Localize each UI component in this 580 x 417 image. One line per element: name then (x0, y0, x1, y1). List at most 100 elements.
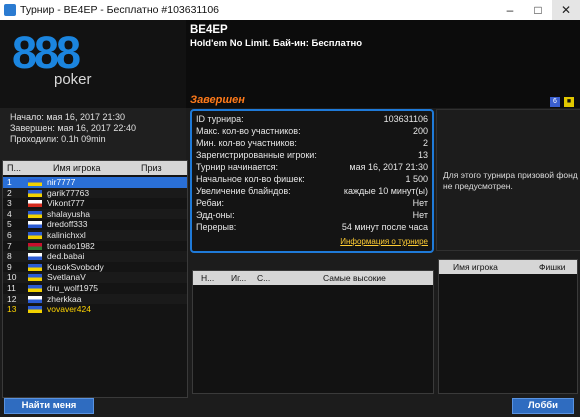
country-flag-icon (28, 189, 42, 197)
player-row[interactable]: 13 vovaver424 (3, 304, 187, 315)
tournament-info-link[interactable]: Информация о турнире (340, 237, 428, 246)
column-player-name[interactable]: Имя игрока (53, 163, 101, 173)
player-name: dredoff333 (47, 219, 88, 230)
info-label: Начальное кол-во фишек: (196, 174, 305, 184)
window-titlebar[interactable]: Турнир - BE4EP - Бесплатно #103631106 – … (0, 0, 580, 20)
country-flag-icon (28, 221, 42, 229)
player-row[interactable]: 12 zherkkaa (3, 293, 187, 305)
window-title: Турнир - BE4EP - Бесплатно #103631106 (20, 4, 220, 16)
maximize-button[interactable]: □ (524, 0, 552, 20)
column-table-highest[interactable]: Самые высокие (323, 273, 386, 283)
player-place: 4 (7, 208, 12, 219)
player-row[interactable]: 10 SvetlanaV (3, 272, 187, 283)
info-label: Ребаи: (196, 198, 224, 208)
column-table-player-name[interactable]: Имя игрока (453, 262, 498, 272)
info-value: мая 16, 2017 21:30 (349, 162, 428, 172)
player-place: 5 (7, 219, 12, 230)
info-value: 13 (417, 150, 428, 160)
country-flag-icon (28, 210, 42, 218)
player-place: 7 (7, 240, 12, 251)
country-flag-icon (28, 242, 42, 250)
player-name: SvetlanaV (47, 272, 86, 283)
info-value: 54 минут после часа (341, 222, 428, 232)
close-button[interactable]: ✕ (552, 0, 580, 20)
player-name: garik77763 (47, 187, 90, 198)
player-place: 1 (7, 177, 12, 187)
player-place: 11 (7, 283, 16, 293)
player-name: zherkkaa (47, 293, 82, 304)
tournament-times: Начало: мая 16, 2017 21:30 Завершен: мая… (0, 108, 186, 160)
player-name: Vikont777 (47, 198, 85, 209)
country-flag-icon (28, 179, 42, 186)
lobby-button[interactable]: Лобби (512, 398, 574, 414)
player-name: shalayusha (47, 208, 91, 219)
tournament-game: Hold'em No Limit. Бай-ин: Бесплатно (190, 38, 363, 49)
player-place: 12 (7, 293, 17, 304)
country-flag-icon (28, 232, 42, 239)
player-row[interactable]: 5 dredoff333 (3, 219, 187, 230)
player-place: 3 (7, 198, 12, 209)
country-flag-icon (28, 274, 42, 282)
column-table-number[interactable]: Н... (201, 273, 214, 283)
info-label: Эдд-оны: (196, 210, 235, 220)
info-label: Турнир начинается: (196, 162, 278, 172)
app-icon (4, 4, 16, 16)
start-time: Начало: мая 16, 2017 21:30 (10, 112, 125, 122)
tournament-info: ID турнира: 103631106 Макс. кол-во участни… (190, 109, 434, 253)
country-flag-icon (28, 295, 42, 303)
lock-icon: ■ (564, 97, 574, 107)
player-name: vovaver424 (47, 304, 91, 315)
country-flag-icon (28, 263, 42, 271)
logo-888: 888 (12, 27, 81, 78)
six-max-icon: 6 (550, 97, 560, 107)
info-label: Зарегистрированные игроки: (196, 150, 317, 160)
tables-list[interactable]: Н... Иг... С... Самые высокие (192, 270, 434, 394)
player-row[interactable]: 11 dru_wolf1975 (3, 283, 187, 294)
tournament-name: BE4EP (190, 24, 228, 36)
player-row[interactable]: 9 KusokSvobody (3, 262, 187, 273)
info-value: 103631106 (383, 114, 428, 124)
tournament-header: BE4EP Hold'em No Limit. Бай-ин: Бесплатн… (186, 20, 580, 108)
player-name: ded.babai (47, 251, 85, 262)
players-list[interactable]: П... Имя игрока Приз 1 nir7777 2 garik77763… (2, 160, 188, 398)
player-name: KusokSvobody (47, 261, 104, 272)
player-row[interactable]: 4 shalayusha (3, 208, 187, 220)
info-label: Увеличение блайндов: (196, 186, 291, 196)
table-players-header: Имя игрока Фишки (439, 260, 577, 274)
player-place: 13 (7, 304, 17, 315)
elapsed-time: Проходили: 0.1h 09min (10, 134, 106, 144)
minimize-button[interactable]: – (496, 0, 524, 20)
column-place[interactable]: П... (7, 163, 21, 173)
column-chips[interactable]: Фишки (539, 262, 566, 272)
column-table-players[interactable]: Иг... (231, 273, 246, 283)
player-row[interactable]: 1 nir7777 (3, 177, 187, 188)
player-place: 10 (7, 272, 17, 283)
player-row[interactable]: 8 ded.babai (3, 251, 187, 262)
info-value: Нет (412, 210, 428, 220)
info-value: каждые 10 минут(ы) (343, 186, 428, 196)
player-row[interactable]: 3 Vikont777 (3, 198, 187, 209)
table-players-list[interactable]: Имя игрока Фишки (438, 259, 578, 394)
player-row[interactable]: 6 kalinichxxl (3, 230, 187, 241)
info-label: Мин. кол-во участников: (196, 138, 297, 148)
player-place: 9 (7, 261, 12, 272)
player-place: 6 (7, 230, 12, 240)
column-prize[interactable]: Приз (141, 163, 162, 173)
country-flag-icon (28, 306, 42, 314)
country-flag-icon (28, 200, 42, 208)
prize-text: Для этого турнира призовой фонд не преду… (443, 170, 578, 191)
player-name: tornado1982 (47, 240, 95, 251)
country-flag-icon (28, 253, 42, 261)
tournament-status: Завершен (190, 94, 245, 106)
find-me-button[interactable]: Найти меня (4, 398, 94, 414)
player-place: 8 (7, 251, 12, 262)
info-label: Перерыв: (196, 222, 237, 232)
player-row[interactable]: 2 garik77763 (3, 187, 187, 199)
brand-logo-area: 888 poker (0, 20, 186, 108)
info-value: 2 (422, 138, 428, 148)
info-label: Макс. кол-во участников: (196, 126, 301, 136)
info-value: Нет (412, 198, 428, 208)
column-table-stack[interactable]: С... (257, 273, 270, 283)
player-row[interactable]: 7 tornado1982 (3, 241, 187, 252)
players-table-header: П... Имя игрока Приз (3, 161, 187, 175)
